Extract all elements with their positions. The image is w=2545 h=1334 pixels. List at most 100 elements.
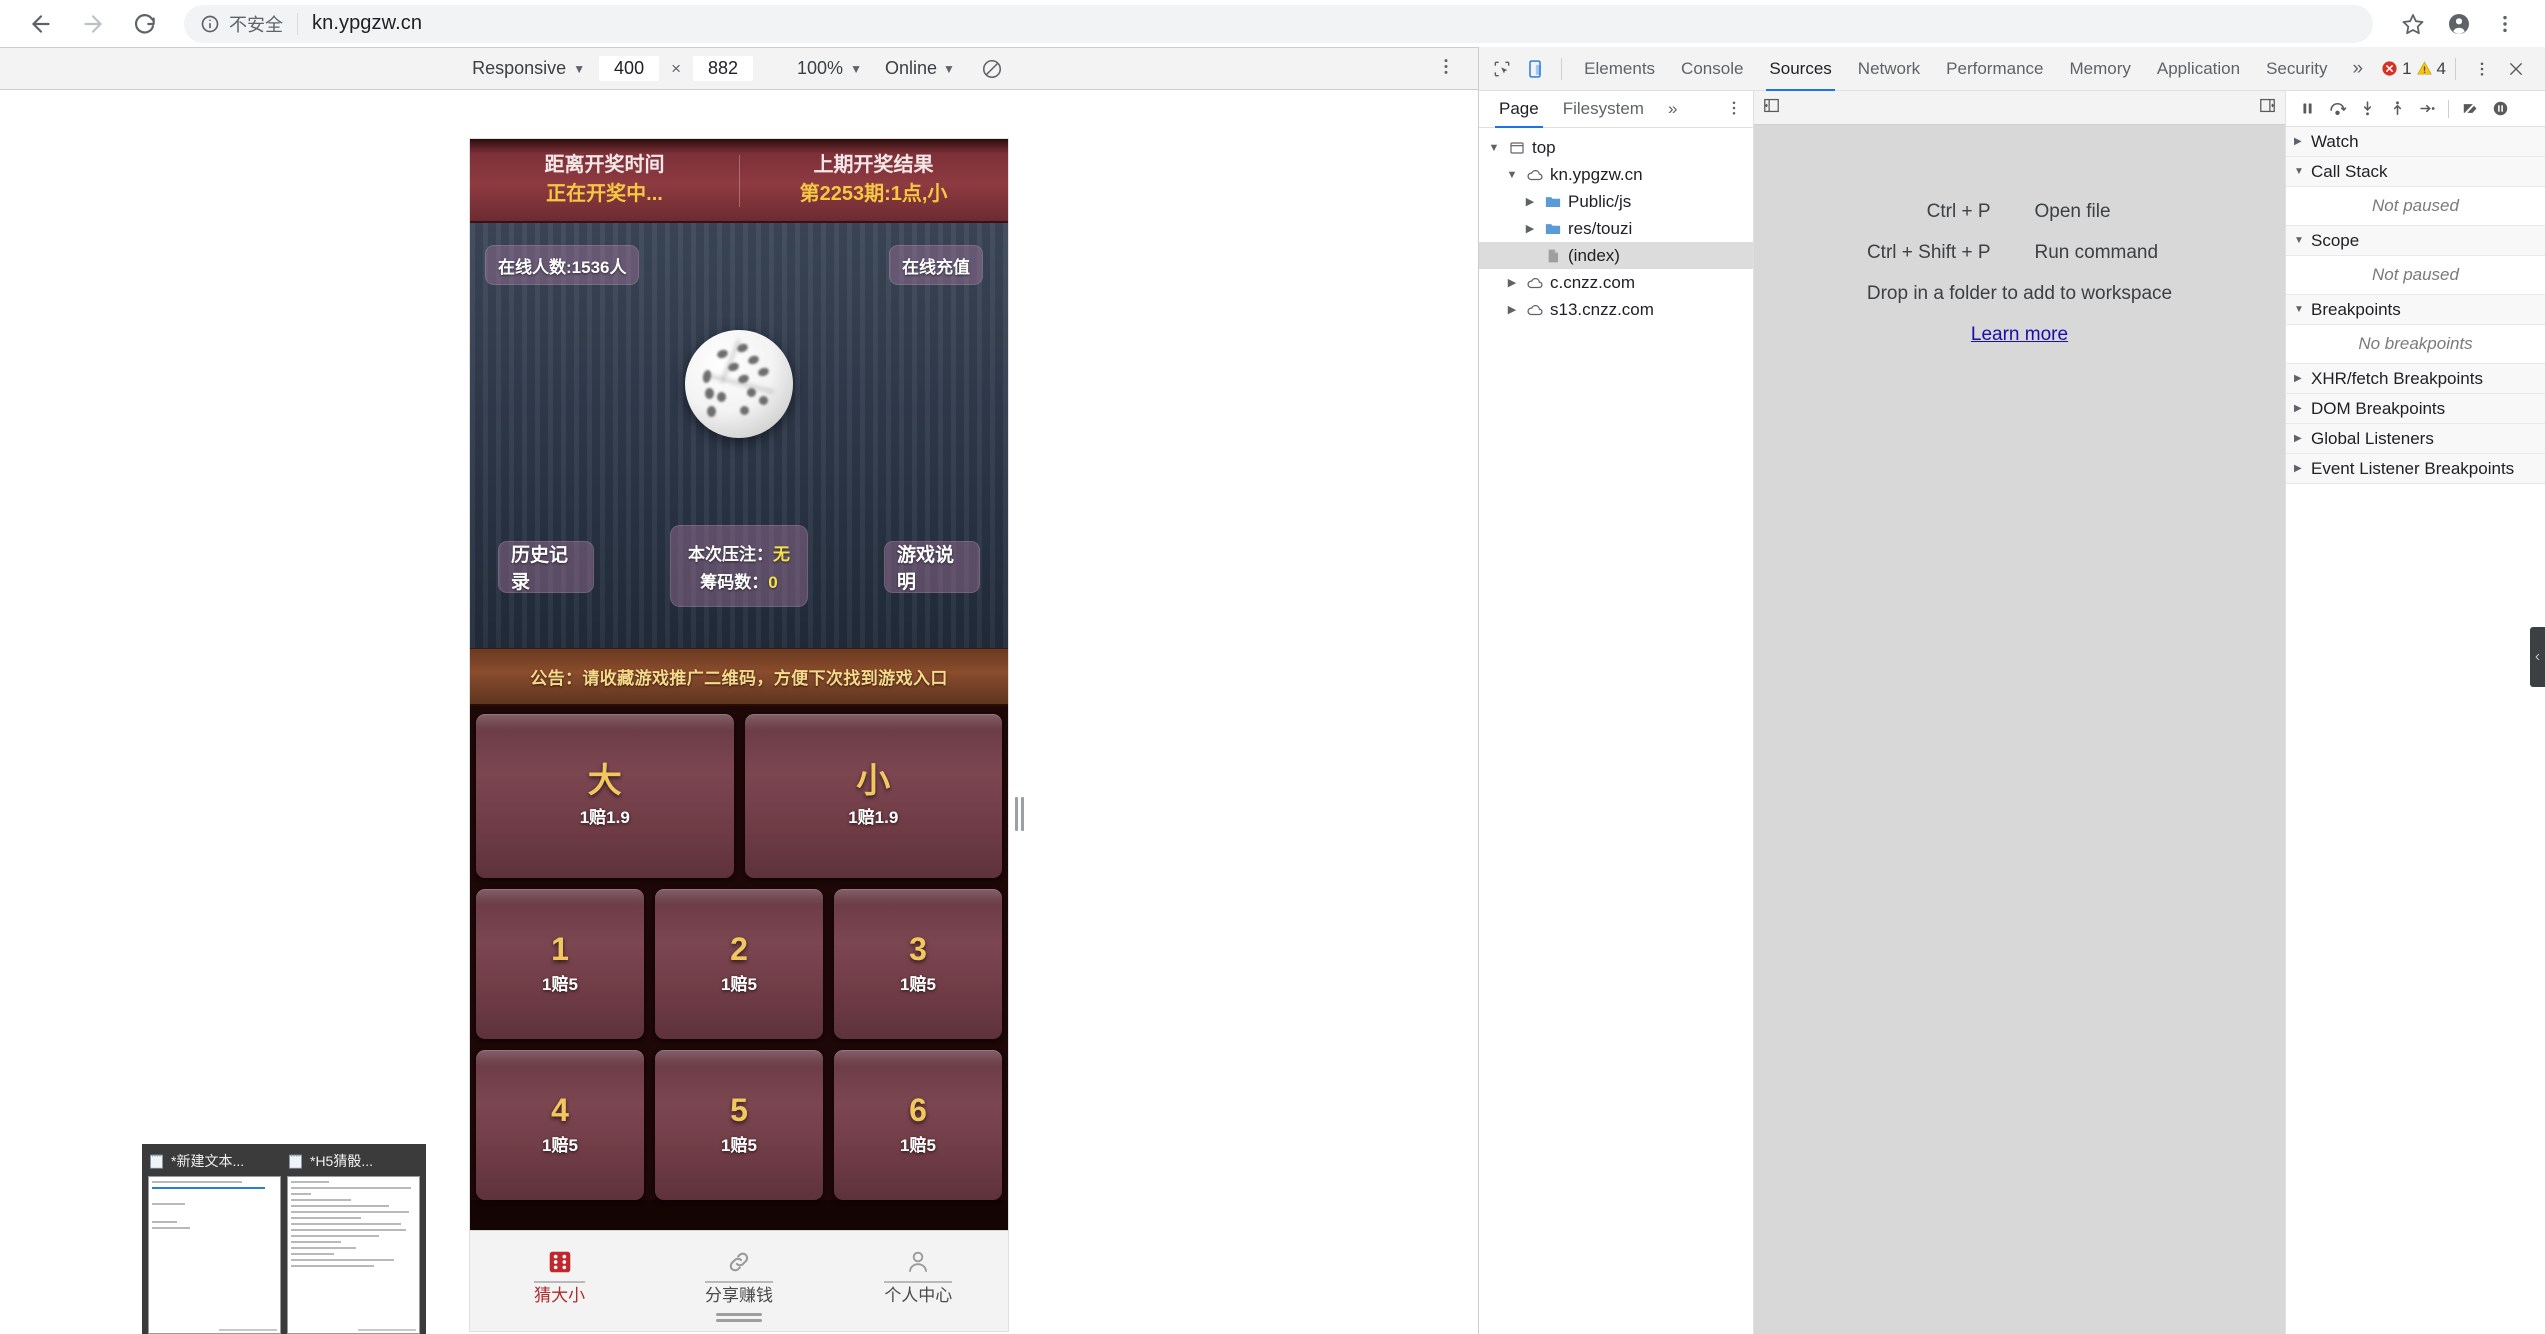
tree-item-label: res/touzi: [1568, 219, 1632, 239]
bet-tile-number-4[interactable]: 4 1赔5: [476, 1050, 644, 1200]
tab-security[interactable]: Security: [2253, 47, 2340, 91]
tree-item-c-cnzz-com[interactable]: ▶ c.cnzz.com: [1479, 269, 1753, 296]
recharge-button[interactable]: 在线充值: [889, 245, 983, 285]
tree-item-public-js[interactable]: ▶ Public/js: [1479, 188, 1753, 215]
section-title: Call Stack: [2311, 162, 2388, 182]
navigator-menu-icon[interactable]: [1725, 99, 1743, 122]
section-header-global-listeners[interactable]: ▶ Global Listeners: [2286, 424, 2545, 454]
bookmark-star-icon[interactable]: [2391, 2, 2435, 46]
tab-guess-big-small[interactable]: 猜大小: [470, 1248, 649, 1287]
tab-profile[interactable]: 个人中心: [829, 1248, 1008, 1287]
close-devtools-icon[interactable]: [2499, 52, 2533, 86]
navigator-tab-page[interactable]: Page: [1487, 91, 1551, 128]
twisty-icon[interactable]: ▶: [1505, 303, 1519, 316]
chips-label: 筹码数：: [700, 573, 768, 592]
twisty-icon[interactable]: ▼: [1505, 169, 1519, 181]
show-debugger-icon[interactable]: [2258, 96, 2277, 120]
issue-badges[interactable]: 1 4: [2381, 59, 2446, 79]
learn-more-link[interactable]: Learn more: [1971, 324, 2068, 346]
section-header-scope[interactable]: ▼ Scope: [2286, 226, 2545, 256]
device-preset-select[interactable]: Responsive ▼: [459, 58, 598, 79]
device-emulation-toolbar: Responsive ▼ 400 × 882 100% ▼ Online ▼: [0, 47, 1478, 90]
taskbar-preview-item[interactable]: *H5猜骰...: [287, 1150, 420, 1334]
chips-line: 筹码数：0: [700, 568, 777, 593]
betting-grid: 大 1赔1.9 小 1赔1.9 1 1赔5 2 1赔5 3: [470, 706, 1008, 1200]
tab-memory[interactable]: Memory: [2056, 47, 2143, 91]
chevron-down-icon: ▼: [850, 63, 862, 75]
bet-tile-small[interactable]: 小 1赔1.9: [745, 714, 1003, 878]
bet-tile-number-6[interactable]: 6 1赔5: [834, 1050, 1002, 1200]
step-out-icon[interactable]: [2382, 94, 2412, 124]
emulated-page: 距离开奖时间 正在开奖中... 上期开奖结果 第2253期:1点,小 在线人数:…: [470, 139, 1008, 1331]
navigator-more-tabs-icon[interactable]: »: [1656, 91, 1689, 128]
bet-tile-odds: 1赔5: [542, 970, 578, 995]
tab-application[interactable]: Application: [2144, 47, 2253, 91]
history-button[interactable]: 历史记录: [498, 541, 594, 593]
section-header-xhr-breakpoints[interactable]: ▶ XHR/fetch Breakpoints: [2286, 364, 2545, 394]
section-header-dom-breakpoints[interactable]: ▶ DOM Breakpoints: [2286, 394, 2545, 424]
tab-console[interactable]: Console: [1668, 47, 1756, 91]
sidebar-collapse-handle[interactable]: [2530, 627, 2545, 687]
cloud-icon: [1525, 300, 1544, 319]
tree-item-top[interactable]: ▼ top: [1479, 134, 1753, 161]
zoom-label: 100%: [797, 58, 843, 79]
twisty-icon[interactable]: ▶: [1505, 276, 1519, 289]
tab-share-earn[interactable]: 分享赚钱: [649, 1248, 828, 1287]
pause-resume-icon[interactable]: [2292, 94, 2322, 124]
twisty-icon[interactable]: ▼: [1487, 142, 1501, 154]
tree-item-index[interactable]: (index): [1479, 242, 1753, 269]
tab-performance[interactable]: Performance: [1933, 47, 2056, 91]
twisty-icon[interactable]: ▶: [1523, 195, 1537, 208]
bet-tile-number-3[interactable]: 3 1赔5: [834, 889, 1002, 1039]
bet-tile-number-1[interactable]: 1 1赔5: [476, 889, 644, 1039]
step-into-icon[interactable]: [2352, 94, 2382, 124]
step-over-icon[interactable]: [2322, 94, 2352, 124]
device-toolbar-toggle-icon[interactable]: [1519, 52, 1553, 86]
device-toolbar-menu-icon[interactable]: [1436, 56, 1456, 81]
viewport-resize-handle-right[interactable]: [1012, 791, 1026, 837]
rotate-button[interactable]: [965, 58, 1019, 80]
bet-tile-label: 2: [730, 933, 748, 967]
bet-tile-odds: 1赔5: [900, 970, 936, 995]
section-header-watch[interactable]: ▶ Watch: [2286, 127, 2545, 157]
omnibox[interactable]: 不安全 kn.ypgzw.cn: [184, 5, 2373, 43]
bet-tile-big[interactable]: 大 1赔1.9: [476, 714, 734, 878]
pause-on-exceptions-icon[interactable]: [2485, 94, 2515, 124]
reload-button[interactable]: [122, 1, 168, 47]
viewport-width-input[interactable]: 400: [598, 55, 660, 82]
tree-item-s13-cnzz-com[interactable]: ▶ s13.cnzz.com: [1479, 296, 1753, 323]
security-chip[interactable]: 不安全: [200, 11, 283, 37]
tree-item-res-touzi[interactable]: ▶ res/touzi: [1479, 215, 1753, 242]
section-header-call-stack[interactable]: ▼ Call Stack: [2286, 157, 2545, 187]
section-header-event-listener-breakpoints[interactable]: ▶ Event Listener Breakpoints: [2286, 454, 2545, 484]
chrome-menu-icon[interactable]: [2483, 2, 2527, 46]
forward-button[interactable]: [70, 1, 116, 47]
throttling-select[interactable]: Online ▼: [875, 58, 965, 79]
bet-tile-odds: 1赔5: [900, 1131, 936, 1156]
warning-icon: [2416, 60, 2433, 77]
home-indicator: [470, 1303, 1008, 1331]
bet-tile-number-5[interactable]: 5 1赔5: [655, 1050, 823, 1200]
section-header-breakpoints[interactable]: ▼ Breakpoints: [2286, 295, 2545, 325]
step-icon[interactable]: [2412, 94, 2442, 124]
profile-avatar-icon[interactable]: [2437, 2, 2481, 46]
bet-tile-number-2[interactable]: 2 1赔5: [655, 889, 823, 1039]
show-navigator-icon[interactable]: [1762, 96, 1781, 120]
twisty-icon[interactable]: ▶: [1523, 222, 1537, 235]
deactivate-breakpoints-icon[interactable]: [2455, 94, 2485, 124]
viewport-height-input[interactable]: 882: [692, 55, 754, 82]
zoom-select[interactable]: 100% ▼: [784, 58, 875, 79]
preview-thumbnail: [287, 1176, 420, 1334]
more-tabs-icon[interactable]: »: [2340, 47, 2375, 91]
back-button[interactable]: [18, 1, 64, 47]
game-rules-button[interactable]: 游戏说明: [884, 541, 980, 593]
tab-network[interactable]: Network: [1845, 47, 1933, 91]
tab-elements[interactable]: Elements: [1571, 47, 1668, 91]
tree-item-knypgzwcn[interactable]: ▼ kn.ypgzw.cn: [1479, 161, 1753, 188]
inspect-element-icon[interactable]: [1485, 52, 1519, 86]
taskbar-preview-item[interactable]: *新建文本...: [148, 1150, 281, 1334]
tab-sources[interactable]: Sources: [1756, 47, 1844, 91]
number-row-1: 1 1赔5 2 1赔5 3 1赔5: [476, 889, 1002, 1039]
devtools-settings-menu-icon[interactable]: [2465, 52, 2499, 86]
navigator-tab-filesystem[interactable]: Filesystem: [1551, 91, 1656, 128]
